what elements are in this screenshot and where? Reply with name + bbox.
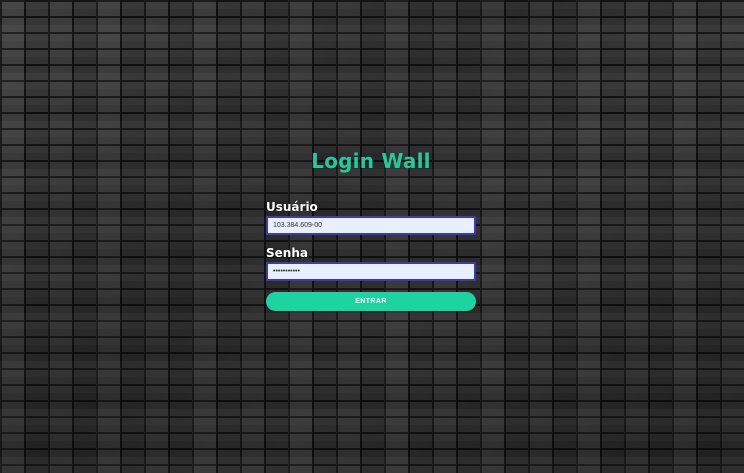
- password-label: Senha: [266, 246, 308, 260]
- password-field[interactable]: [266, 262, 476, 281]
- login-form: Login Wall Usuário Senha ENTRAR: [266, 148, 476, 311]
- username-field[interactable]: [266, 216, 476, 235]
- username-label: Usuário: [266, 200, 318, 214]
- page-title: Login Wall: [311, 149, 431, 173]
- login-button[interactable]: ENTRAR: [266, 292, 476, 311]
